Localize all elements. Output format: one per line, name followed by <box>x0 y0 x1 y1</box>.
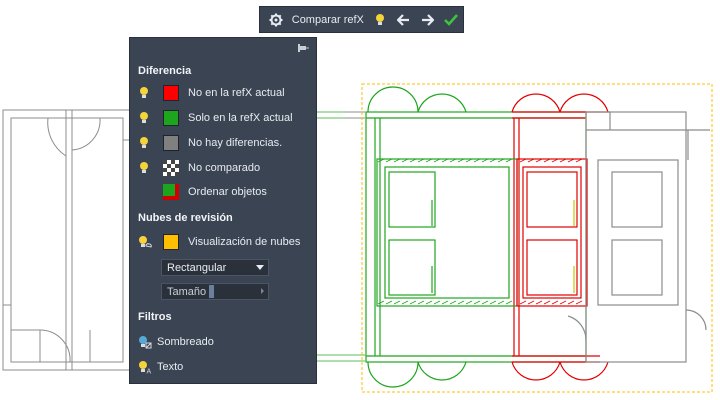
difference-row-not-compared: No comparado <box>130 158 316 178</box>
lightbulb-icon[interactable] <box>138 111 150 125</box>
difference-row-not-in-current: No en la refX actual <box>130 83 316 103</box>
compare-settings-panel: Diferencia No en la refX actual Solo en … <box>129 37 317 384</box>
color-swatch[interactable] <box>163 110 179 126</box>
draw-order-swatch-icon[interactable] <box>163 184 179 200</box>
lightbulb-cloud-icon[interactable] <box>138 235 152 249</box>
arrow-right-icon <box>421 13 434 26</box>
text-filter-icon[interactable]: A <box>138 360 152 374</box>
toggle-highlight-button[interactable] <box>368 7 392 32</box>
hatch-pattern <box>377 158 513 305</box>
lightbulb-icon[interactable] <box>138 161 150 175</box>
color-swatch[interactable] <box>163 85 179 101</box>
drawing-canvas[interactable] <box>0 0 720 400</box>
difference-label: No hay diferencias. <box>188 137 283 149</box>
gear-icon <box>269 13 283 26</box>
cloud-shape-select[interactable]: Rectangular <box>161 259 269 276</box>
section-difference-title: Diferencia <box>138 65 192 77</box>
filter-label: Sombreado <box>157 336 214 348</box>
difference-label: Solo en la refX actual <box>188 112 293 124</box>
lightbulb-icon[interactable] <box>138 86 150 100</box>
difference-row-draw-order: Ordenar objetos <box>130 182 316 202</box>
section-clouds-title: Nubes de revisión <box>138 212 233 224</box>
text-cursor <box>209 285 214 298</box>
lightbulb-icon <box>375 13 384 25</box>
cloud-size-select[interactable]: Tamaño <box>161 283 269 300</box>
chevron-right-icon <box>261 288 264 294</box>
hatch-filter-icon[interactable] <box>138 335 152 349</box>
finish-compare-button[interactable] <box>439 7 463 32</box>
left-building-drawing <box>2 109 132 371</box>
cloud-display-row: Visualización de nubes <box>130 232 316 252</box>
color-swatch[interactable] <box>163 234 179 250</box>
filter-row-hatch: Sombreado <box>130 332 316 352</box>
chevron-down-icon <box>256 265 264 270</box>
difference-row-only-in-current: Solo en la refX actual <box>130 108 316 128</box>
toolbar-title: Comparar refX <box>291 13 364 26</box>
cloud-shape-value: Rectangular <box>167 261 227 274</box>
cloud-display-label: Visualización de nubes <box>188 236 301 248</box>
previous-change-button[interactable] <box>392 7 416 32</box>
section-filters-title: Filtros <box>138 311 172 323</box>
difference-label: No en la refX actual <box>188 87 285 99</box>
compare-toolbar: Comparar refX <box>259 6 464 33</box>
difference-row-no-differences: No hay diferencias. <box>130 133 316 153</box>
connection-walls <box>317 111 365 362</box>
arrow-left-icon <box>397 13 410 26</box>
svg-text:A: A <box>147 369 152 375</box>
filter-row-text: A Texto <box>130 357 316 377</box>
pin-icon[interactable] <box>298 43 310 53</box>
filter-label: Texto <box>157 361 184 373</box>
cloud-size-value: Tamaño <box>167 285 207 298</box>
color-swatch[interactable] <box>163 135 179 151</box>
checkmark-icon <box>444 13 459 26</box>
settings-button[interactable] <box>262 7 290 32</box>
lightbulb-icon[interactable] <box>138 136 150 150</box>
difference-label: Ordenar objetos <box>188 186 267 198</box>
next-change-button[interactable] <box>415 7 439 32</box>
checkered-swatch-icon[interactable] <box>163 160 179 176</box>
hatch-pattern-red <box>519 158 583 305</box>
difference-label: No comparado <box>188 162 261 174</box>
right-building-drawing <box>365 86 710 388</box>
